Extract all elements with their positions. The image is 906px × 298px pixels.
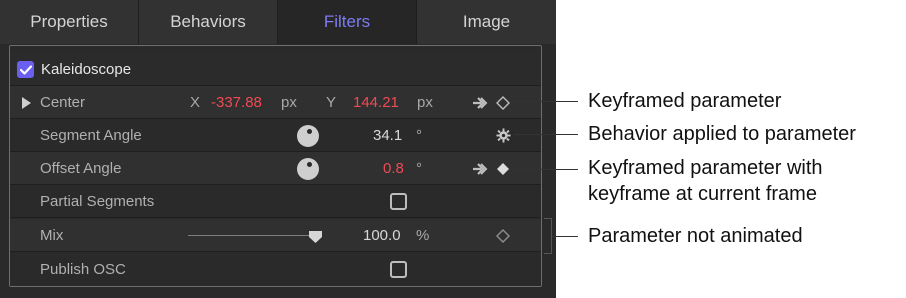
disclosure-triangle-icon[interactable] [22,97,31,109]
tab-filters[interactable]: Filters [278,0,417,44]
tab-behaviors[interactable]: Behaviors [139,0,278,44]
callout-keyframed: Keyframed parameter [588,90,782,112]
mix-slider-thumb[interactable] [309,230,322,243]
callout-keyframe-current-line2: keyframe at current frame [588,183,817,205]
callout-not-animated: Parameter not animated [588,225,803,247]
checkmark-icon [19,64,32,75]
param-row-mix: Mix 100.0 % [10,219,541,252]
param-label-partial-segments: Partial Segments [40,193,155,210]
param-label-mix: Mix [40,227,64,244]
center-y-value[interactable]: 144.21 [353,86,399,119]
behavior-gear-icon[interactable] [496,119,511,152]
filter-header-row: Kaleidoscope [10,53,541,86]
filter-name: Kaleidoscope [41,61,132,78]
param-label-publish-osc: Publish OSC [40,261,126,278]
center-y-axis-label: Y [326,94,337,111]
param-label-offset-angle: Offset Angle [40,160,122,177]
offset-angle-value[interactable]: 0.8 [383,152,404,185]
segment-angle-value[interactable]: 34.1 [373,119,402,152]
segment-angle-unit: ° [416,127,422,144]
keyframe-empty-icon[interactable] [496,219,510,252]
filter-enable-checkbox[interactable] [17,61,34,78]
offset-angle-unit: ° [416,160,422,177]
param-row-center: Center X -337.88 px Y 144.21 px [10,86,541,119]
param-row-offset-angle: Offset Angle 0.8 ° [10,152,541,185]
center-y-unit: px [417,94,433,111]
param-label-center: Center [40,94,86,111]
inspector-tabs: Properties Behaviors Filters Image [0,0,556,44]
tab-properties[interactable]: Properties [0,0,139,44]
center-x-axis-label: X [190,94,201,111]
callout-bracket-not-animated [544,218,552,254]
annotated-screenshot: Properties Behaviors Filters Image Kalei… [0,0,906,298]
callout-line-keyframe-current [514,169,578,170]
mix-slider-track[interactable] [188,235,318,236]
param-row-publish-osc: Publish OSC [10,253,541,286]
publish-osc-checkbox[interactable] [390,261,407,278]
callout-line-not-animated [552,236,578,237]
keyframe-navigate-icon[interactable] [472,152,488,185]
param-row-segment-angle: Segment Angle 34.1 ° [10,119,541,152]
inspector-panel: Properties Behaviors Filters Image Kalei… [0,0,556,298]
angle-dial-icon[interactable] [297,158,319,180]
mix-unit: % [416,227,430,244]
callout-line-keyframed [514,101,578,102]
angle-dial-icon[interactable] [297,125,319,147]
mix-value[interactable]: 100.0 [363,219,401,252]
keyframe-filled-icon[interactable] [496,152,510,185]
param-label-segment-angle: Segment Angle [40,127,142,144]
callout-line-behavior [514,134,578,135]
center-x-value[interactable]: -337.88 [211,86,262,119]
center-x-unit: px [281,94,297,111]
partial-segments-checkbox[interactable] [390,193,407,210]
keyframe-empty-icon[interactable] [496,86,510,119]
callout-keyframe-current-line1: Keyframed parameter with [588,157,823,179]
callout-behavior: Behavior applied to parameter [588,123,856,145]
param-row-partial-segments: Partial Segments [10,185,541,218]
keyframe-navigate-icon[interactable] [472,86,488,119]
tab-image[interactable]: Image [417,0,556,44]
